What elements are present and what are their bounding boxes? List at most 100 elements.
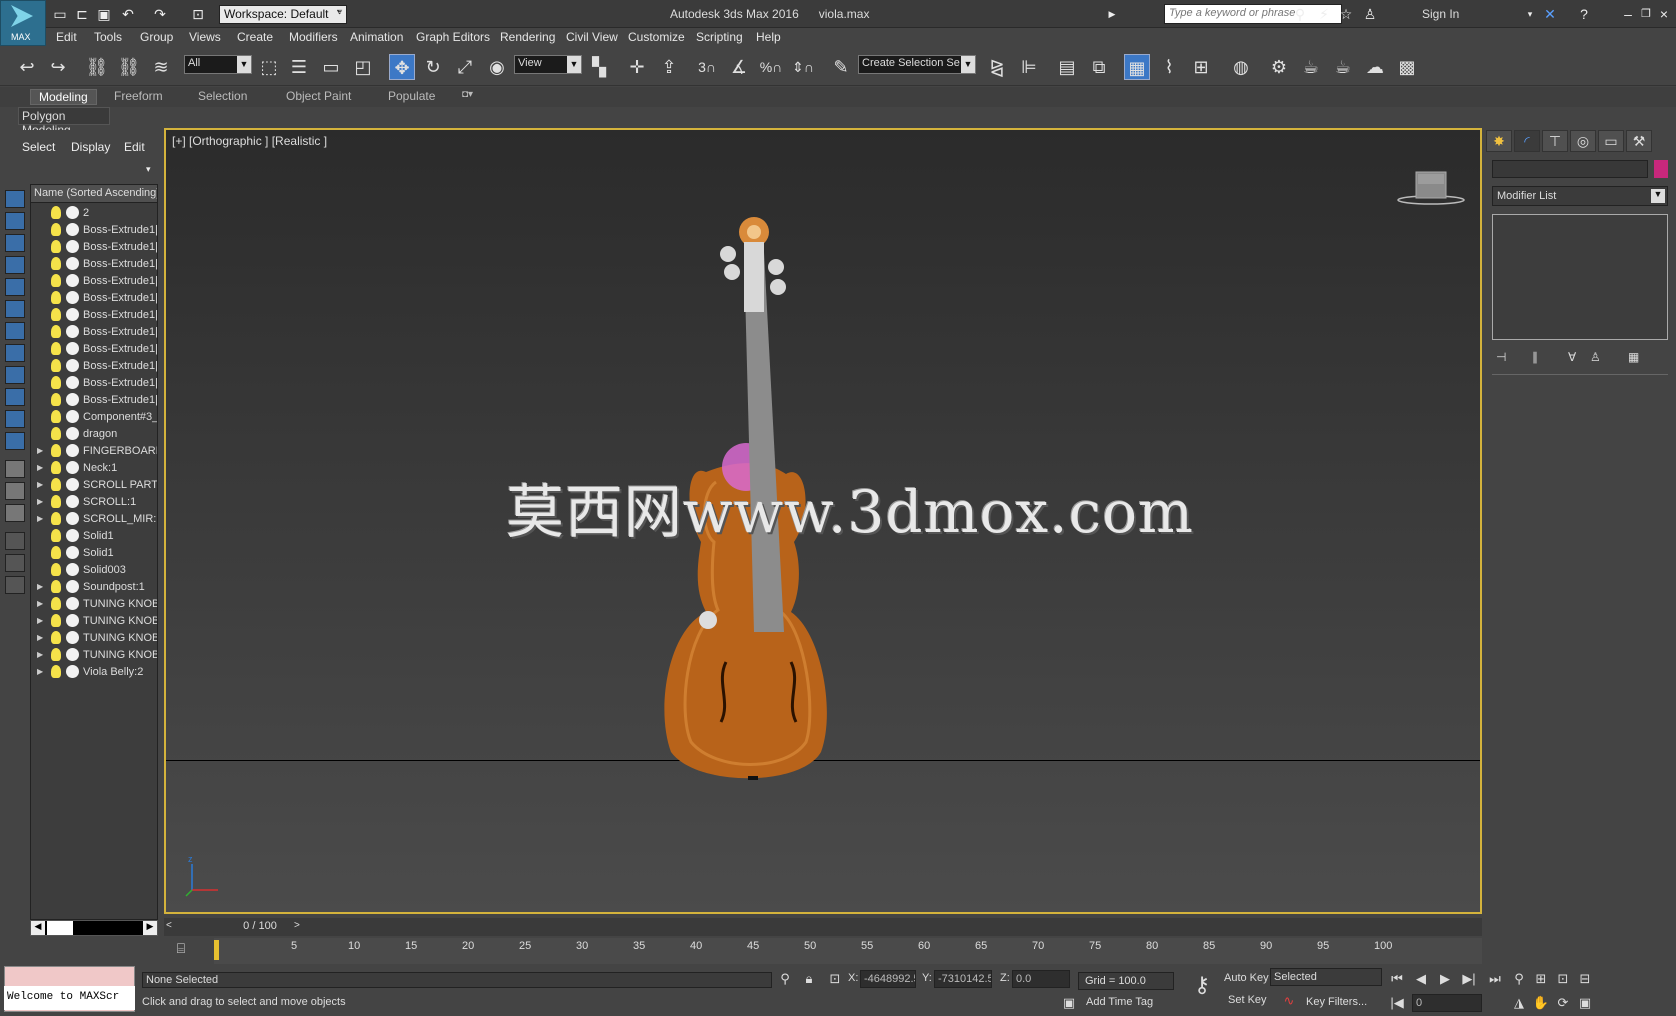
show-end-result-icon[interactable]: ∥ — [1532, 350, 1538, 364]
close-window-icon[interactable]: × — [1656, 6, 1672, 22]
light-bulb-icon[interactable] — [51, 597, 61, 610]
explorer-menu-display[interactable]: Display — [71, 140, 110, 154]
restore-window-icon[interactable]: ❐ — [1638, 6, 1654, 22]
toggle-ribbon-icon[interactable]: ⧉ — [1086, 54, 1112, 80]
project-folder-icon[interactable]: ⊡ — [190, 6, 206, 22]
list-item[interactable]: Boss-Extrude1| — [31, 375, 157, 392]
help-icon[interactable]: ? — [1576, 6, 1592, 22]
list-item[interactable]: ▶ FINGERBOARD — [31, 443, 157, 460]
light-bulb-icon[interactable] — [51, 291, 61, 304]
tab-object-paint[interactable]: Object Paint — [286, 89, 351, 103]
create-tab-icon[interactable]: ✸ — [1486, 130, 1512, 152]
display-children-icon[interactable] — [5, 504, 25, 522]
selection-lock-icon[interactable]: 🔒︎ — [800, 970, 818, 988]
display-lights-icon[interactable] — [5, 278, 25, 296]
go-to-end-icon[interactable]: ⏭ — [1486, 970, 1504, 988]
track-bar[interactable]: 5 10 15 20 25 30 35 40 45 50 55 60 65 70 75 80 85 90 95 100 — [214, 938, 1482, 964]
layer-icon[interactable] — [5, 554, 25, 572]
open-file-icon[interactable]: ⊏ — [74, 6, 90, 22]
display-geometry-icon[interactable] — [5, 234, 25, 252]
percent-snap-icon[interactable]: %∩ — [758, 54, 784, 80]
edit-named-selection-icon[interactable]: ✎ — [828, 54, 854, 80]
render-iterative-icon[interactable]: ☁ — [1362, 54, 1388, 80]
expand-arrow-icon[interactable]: ▶ — [37, 463, 43, 472]
select-and-move-icon[interactable]: ✥ — [389, 54, 415, 80]
expand-arrow-icon[interactable]: ▶ — [37, 514, 43, 523]
menu-customize[interactable]: Customize — [628, 30, 685, 44]
explorer-menu-select[interactable]: Select — [22, 140, 55, 154]
hierarchy-tab-icon[interactable]: ⊤ — [1542, 130, 1568, 152]
maximize-viewport-icon[interactable]: ▣ — [1576, 994, 1594, 1012]
light-bulb-icon[interactable] — [51, 546, 61, 559]
make-unique-icon[interactable]: ∀ — [1568, 350, 1576, 364]
list-item[interactable]: Boss-Extrude1| — [31, 324, 157, 341]
schematic-view-icon[interactable]: ⊞ — [1188, 54, 1214, 80]
scene-object-list[interactable]: Name (Sorted Ascending) 2 Boss-Extrude1| B… — [30, 184, 158, 920]
window-crossing-icon[interactable]: ◰ — [350, 54, 376, 80]
list-item[interactable]: Boss-Extrude1| — [31, 290, 157, 307]
list-item[interactable]: ▶ TUNING KNOBS — [31, 630, 157, 647]
explorer-horizontal-scrollbar[interactable]: ◀ ▶ — [30, 920, 158, 936]
align-icon[interactable]: ⊫ — [1016, 54, 1042, 80]
expand-arrow-icon[interactable]: ▶ — [37, 599, 43, 608]
zoom-extents-icon[interactable]: ⊡ — [1554, 970, 1572, 988]
next-frame-icon[interactable]: ▶| — [1460, 970, 1478, 988]
menu-modifiers[interactable]: Modifiers — [289, 30, 338, 44]
object-name-field[interactable] — [1492, 160, 1648, 178]
pin-stack-icon[interactable]: ⊣ — [1496, 350, 1506, 364]
light-bulb-icon[interactable] — [51, 308, 61, 321]
expand-arrow-icon[interactable]: ▶ — [37, 582, 43, 591]
unlink-icon[interactable]: ⛓ — [116, 54, 142, 80]
workspace-dropdown[interactable]: Workspace: Default ▼ — [219, 5, 347, 24]
menu-scripting[interactable]: Scripting — [696, 30, 743, 44]
sort-icon[interactable] — [5, 576, 25, 594]
list-item[interactable]: Solid1 — [31, 545, 157, 562]
rectangular-selection-icon[interactable]: ▭ — [318, 54, 344, 80]
light-bulb-icon[interactable] — [51, 563, 61, 576]
object-color-swatch[interactable] — [1654, 160, 1668, 178]
render-setup-icon[interactable]: ⚙ — [1266, 54, 1292, 80]
pan-view-icon[interactable]: ✋ — [1532, 994, 1550, 1012]
menu-views[interactable]: Views — [189, 30, 221, 44]
light-bulb-icon[interactable] — [51, 257, 61, 270]
display-frozen-icon[interactable] — [5, 460, 25, 478]
material-editor-icon[interactable]: ◍ — [1228, 54, 1254, 80]
list-item[interactable]: Boss-Extrude1| — [31, 256, 157, 273]
orbit-icon[interactable]: ⟳ — [1554, 994, 1572, 1012]
redo-icon[interactable]: ↪ — [45, 54, 71, 80]
mirror-icon[interactable]: ⧎ — [984, 54, 1010, 80]
keyboard-shortcut-override-icon[interactable]: ⇪ — [656, 54, 682, 80]
list-item[interactable]: Boss-Extrude1| — [31, 392, 157, 409]
light-bulb-icon[interactable] — [51, 444, 61, 457]
scroll-right-icon[interactable]: ▶ — [143, 921, 157, 935]
display-none-icon[interactable] — [5, 190, 25, 208]
expand-arrow-icon[interactable]: ▶ — [37, 633, 43, 642]
light-bulb-icon[interactable] — [51, 376, 61, 389]
configure-modifier-sets-icon[interactable]: ▦ — [1628, 350, 1639, 364]
select-and-rotate-icon[interactable]: ↻ — [420, 54, 446, 80]
menu-animation[interactable]: Animation — [350, 30, 403, 44]
list-item[interactable]: ▶ TUNING KNOBS — [31, 596, 157, 613]
tab-freeform[interactable]: Freeform — [114, 89, 163, 103]
light-bulb-icon[interactable] — [51, 359, 61, 372]
menu-tools[interactable]: Tools — [94, 30, 122, 44]
light-bulb-icon[interactable] — [51, 614, 61, 627]
list-item[interactable]: ▶ Viola Belly:2 — [31, 664, 157, 681]
modifier-list-dropdown[interactable]: Modifier List ▼ — [1492, 186, 1668, 206]
render-in-cloud-icon[interactable]: ▩ — [1394, 54, 1420, 80]
display-groups-icon[interactable] — [5, 366, 25, 384]
expand-arrow-icon[interactable]: ▶ — [37, 497, 43, 506]
named-selection-set-dropdown[interactable]: Create Selection Se ▼ — [858, 55, 976, 74]
curve-editor-icon[interactable]: ⌇ — [1156, 54, 1182, 80]
light-bulb-icon[interactable] — [51, 512, 61, 525]
light-bulb-icon[interactable] — [51, 478, 61, 491]
current-frame-marker[interactable] — [214, 940, 219, 960]
x-coordinate-field[interactable]: -4648992.5 — [860, 970, 916, 988]
zoom-all-icon[interactable]: ⊞ — [1532, 970, 1550, 988]
list-item[interactable]: ▶ TUNING KNOBS — [31, 647, 157, 664]
list-item[interactable]: ▶ SCROLL:1 — [31, 494, 157, 511]
time-tag-icon[interactable]: ▣ — [1060, 994, 1078, 1012]
list-item[interactable]: Boss-Extrude1| — [31, 239, 157, 256]
key-filters-button[interactable]: Key Filters... — [1306, 996, 1367, 1008]
explorer-menu-edit[interactable]: Edit — [124, 140, 145, 154]
